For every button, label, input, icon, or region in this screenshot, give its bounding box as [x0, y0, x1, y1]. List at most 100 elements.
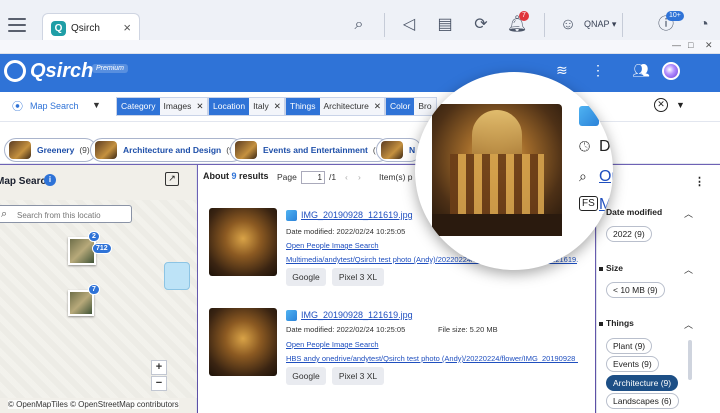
- items-per-page-label: Item(s) p: [379, 172, 413, 182]
- tag-google[interactable]: Google: [286, 268, 326, 286]
- category-label: N: [409, 145, 416, 155]
- chevron-up-icon[interactable]: ︿: [684, 318, 693, 331]
- filter-chip-color[interactable]: Color Bro: [385, 97, 437, 116]
- chevron-down-icon[interactable]: ▼: [676, 100, 685, 110]
- filter-value: Images: [159, 98, 196, 115]
- dashboard-icon[interactable]: ◔: [692, 13, 716, 37]
- filter-option-selected[interactable]: Architecture (9): [606, 375, 679, 391]
- next-page-icon[interactable]: ›: [358, 172, 361, 182]
- app-tab-qsirch[interactable]: Q Qsirch ×: [42, 13, 140, 43]
- open-people-search-link[interactable]: Open People Image Search: [286, 340, 379, 349]
- user-menu[interactable]: QNAP ▾: [584, 19, 616, 30]
- category-tab-architecture[interactable]: Architecture and Design (9): [90, 138, 244, 162]
- search-mode-dropdown[interactable]: ⦿ Map Search ▼: [6, 95, 106, 117]
- sync-icon[interactable]: ⟳: [469, 13, 493, 37]
- category-count: (9): [79, 145, 90, 155]
- filter-option[interactable]: Plant (9): [606, 338, 653, 354]
- filter-options-icon[interactable]: ⋮: [694, 175, 705, 188]
- category-tab-greenery[interactable]: Greenery (9): [4, 138, 97, 162]
- brand-name: Qsirch: [30, 60, 94, 82]
- page-number-input[interactable]: 1: [301, 171, 325, 184]
- tag-device[interactable]: Pixel 3 XL: [332, 367, 384, 385]
- filter-option[interactable]: Landscapes (6): [606, 393, 679, 409]
- file-system-icon: FS: [579, 196, 598, 211]
- filter-value: Architecture: [319, 98, 373, 115]
- result-date: Date modified: 2022/02/24 10:25:05: [286, 227, 406, 236]
- result-filename[interactable]: IMG_20190928_121619.jpg: [301, 310, 413, 320]
- category-label: Events and Entertainment: [263, 145, 368, 155]
- chevron-up-icon[interactable]: ︿: [684, 207, 693, 220]
- category-tab-events[interactable]: Events and Entertainment (9): [230, 138, 391, 162]
- layers-icon[interactable]: ≋: [556, 62, 568, 79]
- chevron-down-icon: ▼: [92, 100, 101, 110]
- open-people-search-link[interactable]: Open People Image Search: [286, 241, 379, 250]
- altar-panels: [450, 154, 544, 214]
- result-filename[interactable]: IMG_20190928_121619.jpg: [301, 210, 413, 220]
- chevron-up-icon[interactable]: ︿: [684, 263, 693, 276]
- clear-search-icon[interactable]: ✕: [654, 98, 668, 112]
- cluster-count: 2: [88, 231, 100, 242]
- map-canvas[interactable]: [0, 200, 197, 398]
- clock-icon: 🕓︎: [579, 138, 591, 154]
- filter-chip-category[interactable]: Category Images ✕: [116, 97, 208, 116]
- main-menu-icon[interactable]: [8, 14, 26, 34]
- background-tasks-icon[interactable]: ▤: [433, 13, 457, 37]
- people-icon[interactable]: 👥︎: [632, 62, 650, 79]
- image-icon[interactable]: [164, 262, 190, 290]
- image-file-icon: [579, 106, 599, 126]
- category-thumbnail: [235, 141, 257, 159]
- map-photo-cluster[interactable]: 7: [68, 284, 100, 316]
- map-attribution[interactable]: © OpenMapTiles © OpenStreetMap contribut…: [8, 400, 179, 409]
- result-filesize: File size: 5.20 MB: [438, 325, 498, 334]
- tag-google[interactable]: Google: [286, 367, 326, 385]
- zoom-in-button[interactable]: +: [151, 360, 167, 375]
- filter-option[interactable]: 2022 (9): [606, 226, 652, 242]
- app-tab-label: Qsirch: [71, 23, 100, 34]
- cluster-count: 712: [92, 243, 112, 254]
- updates-icon[interactable]: ⓘ 10+: [654, 11, 684, 37]
- expand-map-icon[interactable]: ↗: [165, 172, 179, 186]
- notification-bell-icon[interactable]: 🔔︎ 7: [505, 11, 529, 37]
- maximize-icon[interactable]: □: [688, 40, 693, 50]
- filter-section-title[interactable]: Things: [599, 318, 634, 328]
- filter-option[interactable]: Events (9): [606, 356, 659, 372]
- preview-link-text: Op: [599, 168, 613, 185]
- altar-floor: [432, 214, 562, 236]
- close-window-icon[interactable]: ✕: [705, 40, 713, 51]
- filter-option[interactable]: < 10 MB (9): [606, 282, 665, 298]
- result-path[interactable]: HBS andy onedrive/andytest/Qsirch test p…: [286, 354, 578, 363]
- qsirch-logo-icon: [4, 60, 26, 82]
- cluster-count: 7: [88, 284, 100, 295]
- category-label: Architecture and Design: [123, 145, 222, 155]
- user-icon[interactable]: ☺: [556, 13, 580, 37]
- filter-chip-location[interactable]: Location Italy ✕: [208, 97, 285, 116]
- preview-image: [432, 104, 562, 236]
- updates-badge: 10+: [666, 11, 684, 21]
- filter-scrollbar[interactable]: [688, 340, 692, 380]
- result-thumbnail[interactable]: [209, 208, 277, 276]
- remove-filter-icon[interactable]: ✕: [195, 98, 207, 115]
- remove-filter-icon[interactable]: ✕: [272, 98, 284, 115]
- map-photo-cluster[interactable]: 2 712: [68, 231, 112, 265]
- filter-section-title[interactable]: Size: [599, 263, 623, 273]
- previous-page-icon[interactable]: ‹: [345, 172, 348, 182]
- assistant-avatar[interactable]: [662, 62, 680, 80]
- search-icon: ⌕: [1, 208, 8, 220]
- map-location-search[interactable]: ⌕: [0, 205, 132, 223]
- volume-icon[interactable]: ◁: [397, 13, 421, 37]
- tag-device[interactable]: Pixel 3 XL: [332, 268, 384, 286]
- search-icon[interactable]: ⌕: [347, 13, 371, 37]
- magnified-preview: 🕓︎ Da ⌕ Op FS M: [415, 72, 613, 270]
- zoom-out-button[interactable]: −: [151, 376, 167, 391]
- filter-chip-things[interactable]: Things Architecture ✕: [285, 97, 385, 116]
- map-search-input[interactable]: [17, 209, 129, 221]
- info-icon[interactable]: i: [44, 174, 56, 186]
- more-menu-icon[interactable]: ⋮: [591, 62, 605, 79]
- result-thumbnail[interactable]: [209, 308, 277, 376]
- category-label: Greenery: [37, 145, 75, 155]
- page-total: /1: [329, 172, 337, 182]
- remove-filter-icon[interactable]: ✕: [372, 98, 384, 115]
- minimize-icon[interactable]: —: [672, 40, 681, 50]
- results-count: About 9 results: [203, 171, 269, 181]
- close-tab-icon[interactable]: ×: [123, 20, 131, 35]
